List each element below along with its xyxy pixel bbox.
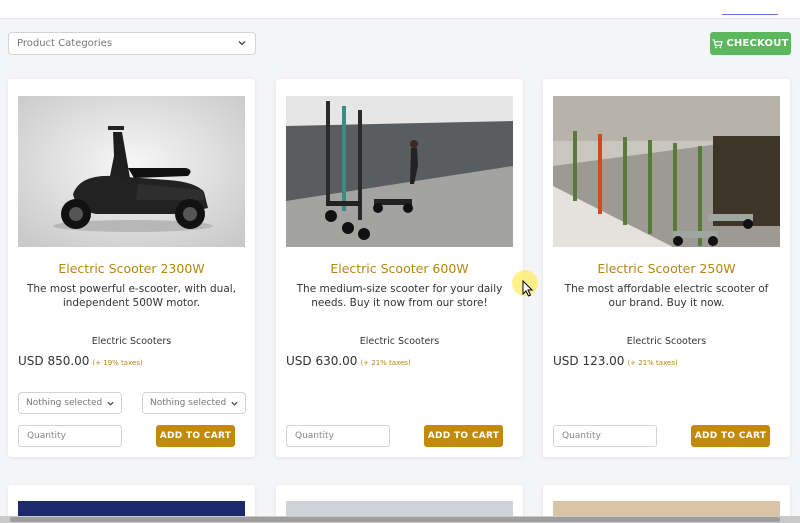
top-link[interactable] bbox=[722, 5, 778, 15]
product-categories-label: Product Categories bbox=[17, 38, 113, 49]
add-to-cart-button[interactable]: ADD TO CART bbox=[424, 425, 503, 447]
product-description: The most affordable electric scooter of … bbox=[564, 283, 769, 309]
price-value: USD 630.00 bbox=[286, 354, 358, 368]
add-to-cart-button[interactable]: ADD TO CART bbox=[691, 425, 770, 447]
checkout-label: CHECKOUT bbox=[726, 38, 789, 49]
product-price: USD 630.00 (+ 21% taxes) bbox=[286, 354, 411, 368]
option-select-1-value: Nothing selected bbox=[26, 398, 103, 408]
product-category: Electric Scooters bbox=[626, 336, 707, 347]
product-category: Electric Scooters bbox=[91, 336, 172, 347]
product-image[interactable] bbox=[553, 96, 780, 247]
add-to-cart-button[interactable]: ADD TO CART bbox=[156, 425, 235, 447]
tax-note: (+ 21% taxes) bbox=[360, 359, 411, 367]
product-card: Electric Scooter 600W The medium-size sc… bbox=[276, 79, 523, 457]
mouse-cursor-icon bbox=[522, 280, 534, 297]
product-image[interactable] bbox=[286, 96, 513, 247]
top-bar bbox=[0, 0, 800, 19]
product-category: Electric Scooters bbox=[359, 336, 440, 347]
product-price: USD 123.00 (+ 21% taxes) bbox=[553, 354, 678, 368]
quantity-input[interactable]: Quantity bbox=[286, 425, 390, 447]
price-value: USD 123.00 bbox=[553, 354, 625, 368]
product-title[interactable]: Electric Scooter 2300W bbox=[8, 261, 255, 276]
scrollbar-thumb[interactable] bbox=[10, 517, 780, 522]
tax-note: (+ 19% taxes) bbox=[92, 359, 143, 367]
quantity-input[interactable]: Quantity bbox=[553, 425, 657, 447]
option-select-1[interactable]: Nothing selected bbox=[18, 392, 122, 414]
chevron-down-icon bbox=[107, 401, 114, 406]
quantity-input[interactable]: Quantity bbox=[18, 425, 122, 447]
product-description: The medium-size scooter for your daily n… bbox=[296, 283, 503, 309]
product-categories-select[interactable]: Product Categories bbox=[8, 32, 256, 55]
product-title[interactable]: Electric Scooter 600W bbox=[276, 261, 523, 276]
product-description: The most powerful e-scooter, with dual, … bbox=[26, 283, 237, 309]
horizontal-scrollbar[interactable] bbox=[0, 516, 800, 523]
product-price: USD 850.00 (+ 19% taxes) bbox=[18, 354, 143, 368]
chevron-down-icon bbox=[238, 41, 246, 46]
cart-icon bbox=[712, 38, 724, 48]
checkout-button[interactable]: CHECKOUT bbox=[710, 32, 791, 55]
chevron-down-icon bbox=[231, 401, 238, 406]
option-select-2-value: Nothing selected bbox=[150, 398, 227, 408]
product-card: Electric Scooter 2300W The most powerful… bbox=[8, 79, 255, 457]
product-image[interactable] bbox=[18, 96, 245, 247]
price-value: USD 850.00 bbox=[18, 354, 90, 368]
tax-note: (+ 21% taxes) bbox=[627, 359, 678, 367]
option-select-2[interactable]: Nothing selected bbox=[142, 392, 246, 414]
product-title[interactable]: Electric Scooter 250W bbox=[543, 261, 790, 276]
product-card: Electric Scooter 250W The most affordabl… bbox=[543, 79, 790, 457]
